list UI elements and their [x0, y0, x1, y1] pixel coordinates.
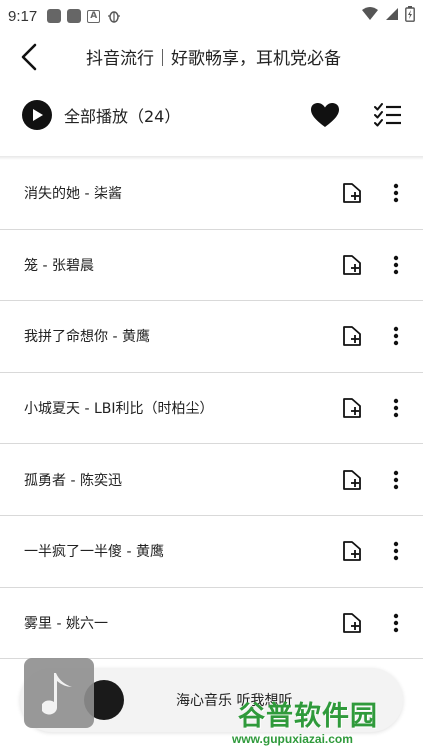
more-button[interactable]	[386, 396, 406, 420]
a-notification-icon: A	[87, 9, 101, 23]
music-note-icon	[24, 658, 94, 728]
add-to-playlist-icon	[343, 398, 361, 418]
manage-list-button[interactable]	[374, 102, 402, 128]
more-button[interactable]	[386, 181, 406, 205]
add-to-playlist-icon	[343, 254, 361, 275]
song-row[interactable]: 孤勇者 - 陈奕迅	[0, 444, 423, 516]
add-to-playlist-button[interactable]	[340, 611, 364, 635]
more-vertical-icon	[393, 542, 399, 561]
signal-icon	[385, 7, 399, 25]
song-title: 孤勇者 - 陈奕迅	[24, 472, 122, 489]
more-vertical-icon	[393, 327, 399, 346]
song-row[interactable]: 我拼了命想你 - 黄鹰	[0, 301, 423, 373]
watermark-text: 谷普软件园	[238, 701, 378, 732]
more-button[interactable]	[386, 611, 406, 635]
title-bar: 抖音流行｜好歌畅享，耳机党必备	[0, 32, 423, 82]
add-to-playlist-button[interactable]	[340, 181, 364, 205]
watermark-url: www.gupuxiazai.com	[232, 732, 353, 746]
song-row[interactable]: 小城夏天 - LBI利比（时柏尘）	[0, 373, 423, 445]
play-all-button[interactable]: 全部播放（24）	[22, 100, 180, 130]
play-circle-icon	[22, 100, 52, 130]
song-row[interactable]: 雾里 - 姚六一	[0, 588, 423, 660]
add-to-playlist-icon	[343, 183, 361, 204]
play-all-label: 全部播放（24）	[64, 107, 181, 126]
song-row[interactable]: 消失的她 - 柒酱	[0, 158, 423, 230]
add-to-playlist-icon	[343, 612, 361, 633]
song-list: 消失的她 - 柒酱 笼 - 张碧晨 我拼了命想你 - 黄鹰 小城夏天 - LBI…	[0, 158, 423, 660]
more-button[interactable]	[386, 468, 406, 492]
song-title: 我拼了命想你 - 黄鹰	[24, 329, 150, 346]
add-to-playlist-button[interactable]	[340, 468, 364, 492]
song-title: 笼 - 张碧晨	[24, 257, 94, 274]
song-row[interactable]: 笼 - 张碧晨	[0, 230, 423, 302]
checklist-icon	[374, 103, 401, 127]
bug-notification-icon	[106, 8, 122, 24]
add-to-playlist-button[interactable]	[340, 324, 364, 348]
heart-icon	[311, 103, 339, 127]
add-to-playlist-icon	[343, 326, 361, 347]
add-to-playlist-button[interactable]	[340, 539, 364, 563]
play-all-bar: 全部播放（24）	[0, 94, 423, 138]
song-title: 消失的她 - 柒酱	[24, 186, 122, 203]
square-app-icon	[47, 9, 62, 23]
add-to-playlist-icon	[343, 541, 361, 562]
more-vertical-icon	[393, 613, 399, 633]
page-title: 抖音流行｜好歌畅享，耳机党必备	[86, 49, 341, 69]
song-row[interactable]: 一半疯了一半傻 - 黄鹰	[0, 516, 423, 588]
back-button[interactable]	[14, 42, 44, 72]
more-button[interactable]	[386, 253, 406, 277]
add-to-playlist-icon	[343, 469, 361, 490]
battery-icon	[405, 6, 415, 26]
more-button[interactable]	[386, 539, 406, 563]
status-bar: 9:17 A	[0, 0, 423, 32]
status-time: 9:17	[8, 7, 38, 25]
watermark-logo: 谷普软件园 www.gupuxiazai.com	[232, 694, 423, 752]
chevron-left-icon	[21, 43, 37, 71]
square-app-icon	[67, 9, 82, 23]
more-vertical-icon	[393, 184, 399, 203]
more-vertical-icon	[393, 255, 399, 275]
favorite-button[interactable]	[310, 102, 340, 128]
add-to-playlist-button[interactable]	[340, 396, 364, 420]
song-title: 小城夏天 - LBI利比（时柏尘）	[24, 401, 214, 418]
song-title: 雾里 - 姚六一	[24, 615, 108, 632]
add-to-playlist-button[interactable]	[340, 253, 364, 277]
more-vertical-icon	[393, 470, 399, 489]
song-title: 一半疯了一半傻 - 黄鹰	[24, 544, 164, 561]
wifi-icon	[361, 7, 379, 25]
more-button[interactable]	[386, 324, 406, 348]
more-vertical-icon	[393, 398, 399, 418]
